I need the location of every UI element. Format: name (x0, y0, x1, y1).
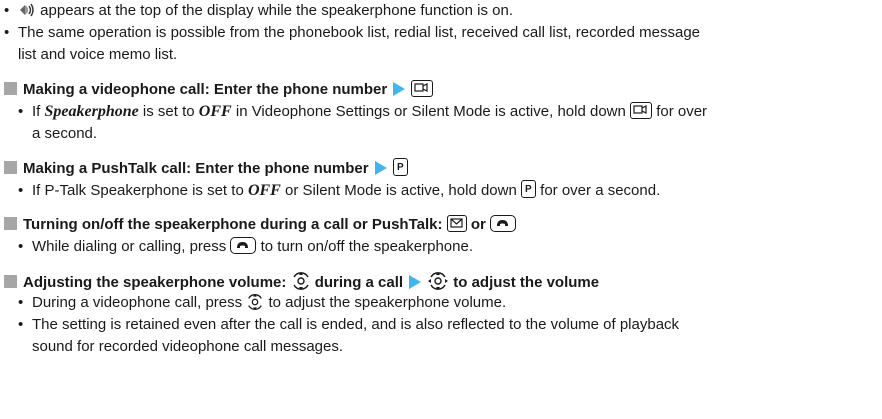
call-key-icon (490, 215, 516, 232)
speakerphone-status-icon (18, 2, 36, 18)
bullet-same-operation: • The same operation is possible from the… (4, 24, 701, 41)
up-down-nav-key-icon (246, 293, 264, 317)
section-heading-pushtalk: Making a PushTalk call: Enter the phone … (4, 158, 408, 179)
manual-page: • appears at the top of the display whil… (0, 0, 882, 419)
call-key-icon (230, 237, 257, 254)
section-square-icon (4, 82, 17, 95)
volume-note-2: • The setting is retained even after the … (18, 316, 680, 333)
bullet-same-operation-cont: list and voice memo list. (18, 46, 178, 63)
svg-text:P: P (397, 162, 404, 173)
videophone-note: • If Speakerphone is set to OFF in Videop… (18, 102, 708, 120)
volume-note-2-cont: sound for recorded videophone call messa… (32, 338, 344, 355)
arrow-right-icon (393, 82, 406, 96)
pushtalk-key-icon: P (392, 158, 408, 176)
section-heading-videophone: Making a videophone call: Enter the phon… (4, 80, 434, 100)
section-square-icon (4, 275, 17, 288)
pushtalk-key-icon: P (521, 180, 536, 198)
section-square-icon (4, 161, 17, 174)
toggle-note: • While dialing or calling, press to turn… (18, 237, 473, 255)
mail-key-icon (446, 215, 467, 232)
videophone-key-icon (411, 80, 434, 97)
videophone-note-cont: a second. (32, 125, 98, 142)
arrow-right-icon (409, 275, 422, 289)
svg-text:P: P (525, 184, 532, 195)
section-heading-toggle-speaker: Turning on/off the speakerphone during a… (4, 215, 516, 235)
pushtalk-note: • If P-Talk Speakerphone is set to OFF or… (18, 180, 661, 199)
volume-note-1: • During a videophone call, press to adju… (18, 293, 506, 317)
arrow-right-icon (374, 161, 387, 175)
section-square-icon (4, 217, 17, 230)
bullet-speaker-status: • appears at the top of the display whil… (4, 2, 513, 19)
videophone-key-icon (630, 102, 653, 119)
